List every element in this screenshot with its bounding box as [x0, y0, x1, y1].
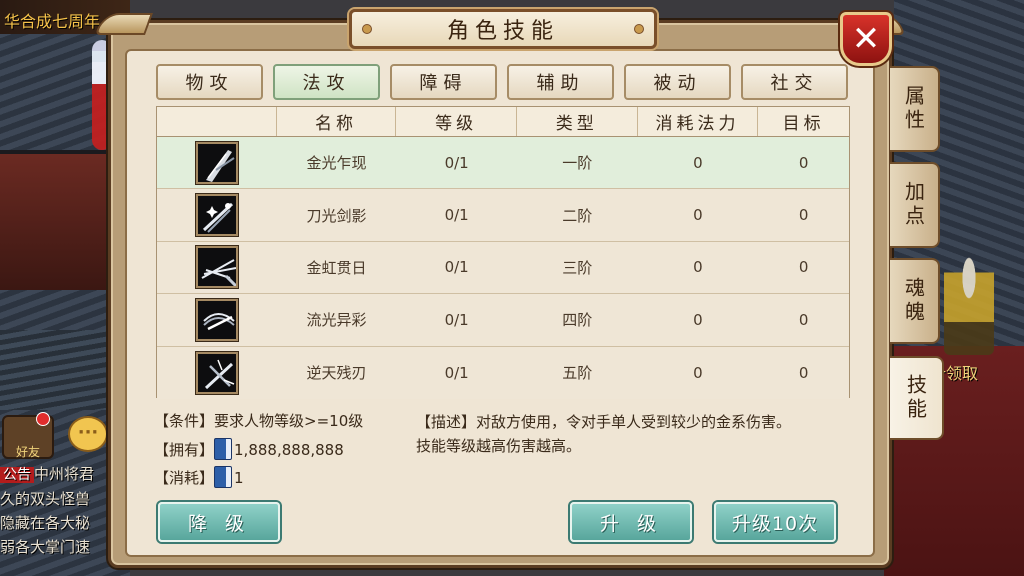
tab-magic-attack[interactable]: 法攻 [273, 64, 380, 100]
tab-passive[interactable]: 被动 [624, 64, 731, 100]
flowing-light-icon [195, 298, 238, 341]
column-header-icon [157, 107, 277, 136]
upgrade-10-times-button[interactable]: 升级10次 [714, 502, 836, 542]
skill-target: 0 [798, 310, 809, 329]
skill-type: 四阶 [562, 311, 593, 330]
table-row[interactable]: 流光异彩 0/1 四阶 0 0 [157, 294, 849, 347]
skill-target: 0 [798, 258, 809, 277]
skill-category-tabs: 物攻 法攻 障碍 辅助 被动 社交 [156, 64, 848, 100]
skill-name: 流光异彩 [306, 311, 367, 330]
roof-left-lower [0, 330, 115, 410]
skill-level: 0/1 [444, 363, 469, 382]
chat-line: 弱各大掌门速 [0, 538, 91, 556]
condition-tag: 【条件】 [154, 412, 215, 430]
side-tab-soul[interactable]: 魂魄 [890, 258, 940, 344]
owned-info: 【拥有】 1,888,888,888 [154, 438, 344, 460]
skill-type: 三阶 [562, 258, 593, 277]
event-banner-text[interactable]: 华合成七周年 [4, 8, 100, 32]
skill-target: 0 [798, 206, 809, 225]
close-button[interactable]: ✕ [840, 12, 892, 66]
tab-physical-attack[interactable]: 物攻 [156, 64, 263, 100]
skill-description: 【描述】对敌方使用，令对手单人受到较少的金系伤害。 技能等级越高伤害越高。 [416, 410, 846, 458]
table-row[interactable]: 逆天残刃 0/1 五阶 0 0 [157, 346, 849, 399]
side-tab-skills[interactable]: 技能 [890, 356, 944, 440]
skill-name: 刀光剑影 [306, 206, 367, 225]
skill-name: 逆天残刃 [306, 364, 367, 383]
skill-level: 0/1 [444, 258, 469, 277]
cost-info: 【消耗】 1 [154, 466, 244, 488]
skill-type: 五阶 [562, 364, 593, 383]
dialog-title-plate: 角色技能 [349, 9, 657, 49]
condition-text: 要求人物等级>=10级 [214, 412, 364, 430]
column-header-level: 等级 [396, 107, 517, 136]
desc-text-line2: 技能等级越高伤害越高。 [416, 437, 582, 455]
table-row[interactable]: 金虹贯日 0/1 三阶 0 0 [157, 241, 849, 295]
owned-tag: 【拥有】 [154, 441, 215, 459]
notification-badge [36, 412, 50, 426]
table-row[interactable]: 金光乍现 0/1 一阶 0 0 [157, 137, 849, 190]
skill-mana: 0 [693, 363, 703, 382]
desc-text: 对敌方使用，令对手单人受到较少的金系伤害。 [476, 413, 792, 431]
side-tab-attributes[interactable]: 属性 [890, 66, 940, 152]
skill-type: 一阶 [562, 154, 593, 173]
sword-flash-icon [195, 141, 238, 184]
condition-info: 【条件】要求人物等级>=10级 [154, 410, 363, 431]
column-header-type: 类型 [517, 107, 638, 136]
announcement-tag: 公告 [0, 467, 34, 483]
skill-target: 0 [798, 153, 809, 172]
tab-obstacle[interactable]: 障碍 [390, 64, 497, 100]
side-tab-points[interactable]: 加点 [890, 162, 940, 248]
column-header-target: 目标 [782, 114, 825, 134]
downgrade-button[interactable]: 降 级 [158, 502, 280, 542]
cost-value: 1 [234, 469, 244, 487]
tab-support[interactable]: 辅助 [507, 64, 614, 100]
skill-book-icon [214, 466, 233, 488]
column-header-mana: 消耗法力 [638, 107, 759, 136]
skill-mana: 0 [693, 258, 703, 277]
skill-book-icon [214, 438, 233, 460]
skill-mana: 0 [693, 153, 703, 172]
skill-level: 0/1 [444, 206, 469, 225]
chat-line: 久的双头怪兽 [0, 490, 91, 508]
skill-name: 金光乍现 [306, 154, 367, 173]
chat-feed[interactable]: 公告 中州将君 久的双头怪兽 隐藏在各大秘 弱各大掌门速 [0, 462, 110, 559]
broken-blade-icon [195, 351, 238, 394]
table-row[interactable]: 刀光剑影 0/1 二阶 0 0 [157, 189, 849, 242]
skill-name: 金虹贯日 [306, 258, 367, 277]
upgrade-button[interactable]: 升 级 [570, 502, 692, 542]
table-header: 名称 等级 类型 消耗法力 目标 [157, 107, 849, 137]
building-left [0, 150, 110, 290]
owned-value: 1,888,888,888 [234, 441, 344, 459]
skill-table: 名称 等级 类型 消耗法力 目标 金光乍现 0/1 一阶 0 0 刀光剑影 0/… [156, 106, 850, 399]
dialog-title: 角色技能 [446, 19, 559, 44]
skill-mana: 0 [693, 310, 703, 329]
player-character[interactable] [944, 245, 994, 355]
chat-bubble-icon[interactable]: ··· [68, 416, 108, 452]
chat-line: 隐藏在各大秘 [0, 514, 91, 532]
chat-line: 中州将君 [34, 465, 95, 483]
blade-shadow-icon [195, 194, 238, 237]
skill-type: 二阶 [562, 206, 593, 225]
cost-tag: 【消耗】 [154, 469, 215, 487]
skill-target: 0 [798, 363, 809, 382]
rainbow-sun-icon [195, 246, 238, 289]
column-header-name: 名称 [277, 107, 397, 136]
skill-level: 0/1 [444, 310, 469, 329]
desc-tag: 【描述】 [416, 413, 477, 431]
skill-mana: 0 [693, 206, 703, 225]
skill-level: 0/1 [444, 153, 469, 172]
tab-social[interactable]: 社交 [741, 64, 848, 100]
